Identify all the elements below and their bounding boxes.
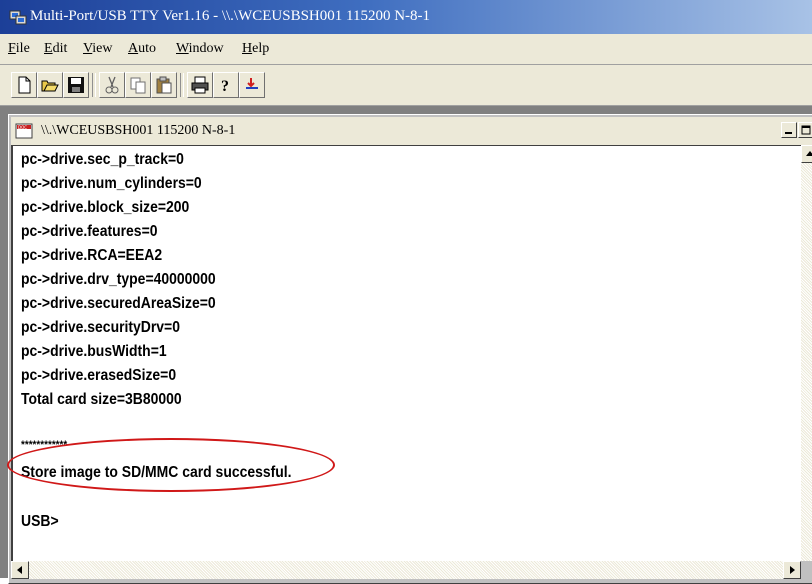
connect-button[interactable] xyxy=(239,72,265,98)
toolbar-separator xyxy=(180,73,184,97)
arrow-up-icon xyxy=(806,151,812,156)
terminal-line: pc->drive.num_cylinders=0 xyxy=(21,175,202,192)
vertical-scrollbar[interactable] xyxy=(801,145,812,561)
child-title-bar[interactable]: DOC \\.\WCEUSBSH001 115200 N-8-1 xyxy=(11,117,812,145)
terminal-line-success: Store image to SD/MMC card successful. xyxy=(21,464,292,481)
terminal-line: ************ xyxy=(21,439,68,451)
maximize-icon xyxy=(801,125,811,135)
paste-button[interactable] xyxy=(151,72,177,98)
svg-text:DOC: DOC xyxy=(18,125,27,130)
help-button[interactable]: ? xyxy=(213,72,239,98)
scroll-up-button[interactable] xyxy=(801,145,812,163)
save-icon xyxy=(68,77,84,93)
open-icon xyxy=(41,80,59,92)
terminal-prompt: USB> xyxy=(21,513,59,530)
terminal-output[interactable]: pc->drive.sec_p_track=0 pc->drive.num_cy… xyxy=(11,145,801,562)
copy-icon xyxy=(130,77,146,94)
minimize-button[interactable] xyxy=(781,122,797,138)
app-icon xyxy=(9,10,27,25)
terminal-line: pc->drive.RCA=EEA2 xyxy=(21,247,163,264)
maximize-button[interactable] xyxy=(798,122,812,138)
app-title-bar[interactable]: Multi-Port/USB TTY Ver1.16 - \\.\WCEUSBS… xyxy=(0,0,812,34)
help-icon: ? xyxy=(221,78,229,94)
menu-window[interactable]: Window xyxy=(176,41,224,57)
save-button[interactable] xyxy=(63,72,89,98)
arrow-left-icon xyxy=(17,566,22,574)
scroll-right-button[interactable] xyxy=(783,561,801,579)
cut-button[interactable] xyxy=(99,72,125,98)
menu-auto[interactable]: Auto xyxy=(128,41,156,57)
terminal-line: pc->drive.drv_type=40000000 xyxy=(21,271,216,288)
menu-file[interactable]: File xyxy=(8,41,30,57)
scroll-left-button[interactable] xyxy=(11,561,29,579)
horizontal-scrollbar[interactable] xyxy=(11,561,801,579)
menu-help[interactable]: Help xyxy=(242,41,269,57)
open-button[interactable] xyxy=(37,72,63,98)
terminal-line: pc->drive.block_size=200 xyxy=(21,199,190,216)
terminal-line: pc->drive.busWidth=1 xyxy=(21,343,167,360)
document-icon: DOC xyxy=(15,123,33,139)
arrow-right-icon xyxy=(790,566,795,574)
mdi-client-area: DOC \\.\WCEUSBSH001 115200 N-8-1 pc->dri… xyxy=(0,106,812,584)
toolbar-separator xyxy=(92,73,96,97)
cut-icon xyxy=(105,76,119,94)
menu-edit[interactable]: Edit xyxy=(44,41,67,57)
menu-bar: File Edit View Auto Window Help xyxy=(0,34,812,65)
child-window-title: \\.\WCEUSBSH001 115200 N-8-1 xyxy=(41,123,236,138)
toolbar: ? xyxy=(0,65,812,106)
new-button[interactable] xyxy=(11,72,37,98)
terminal-line: pc->drive.erasedSize=0 xyxy=(21,367,177,384)
connect-icon xyxy=(246,78,258,89)
app-title: Multi-Port/USB TTY Ver1.16 - \\.\WCEUSBS… xyxy=(30,8,431,24)
print-icon xyxy=(191,76,209,94)
paste-icon xyxy=(156,76,172,94)
new-icon xyxy=(18,76,31,94)
minimize-icon xyxy=(785,132,792,134)
terminal-child-window: DOC \\.\WCEUSBSH001 115200 N-8-1 pc->dri… xyxy=(8,114,812,584)
svg-text:?: ? xyxy=(221,78,229,94)
tty-application-window: Multi-Port/USB TTY Ver1.16 - \\.\WCEUSBS… xyxy=(0,0,812,584)
copy-button[interactable] xyxy=(125,72,151,98)
print-button[interactable] xyxy=(187,72,213,98)
terminal-line: pc->drive.securedAreaSize=0 xyxy=(21,295,216,312)
terminal-line: Total card size=3B80000 xyxy=(21,391,182,408)
terminal-line: pc->drive.sec_p_track=0 xyxy=(21,151,184,168)
terminal-line: pc->drive.securityDrv=0 xyxy=(21,319,180,336)
menu-view[interactable]: View xyxy=(83,41,113,57)
terminal-line: pc->drive.features=0 xyxy=(21,223,158,240)
